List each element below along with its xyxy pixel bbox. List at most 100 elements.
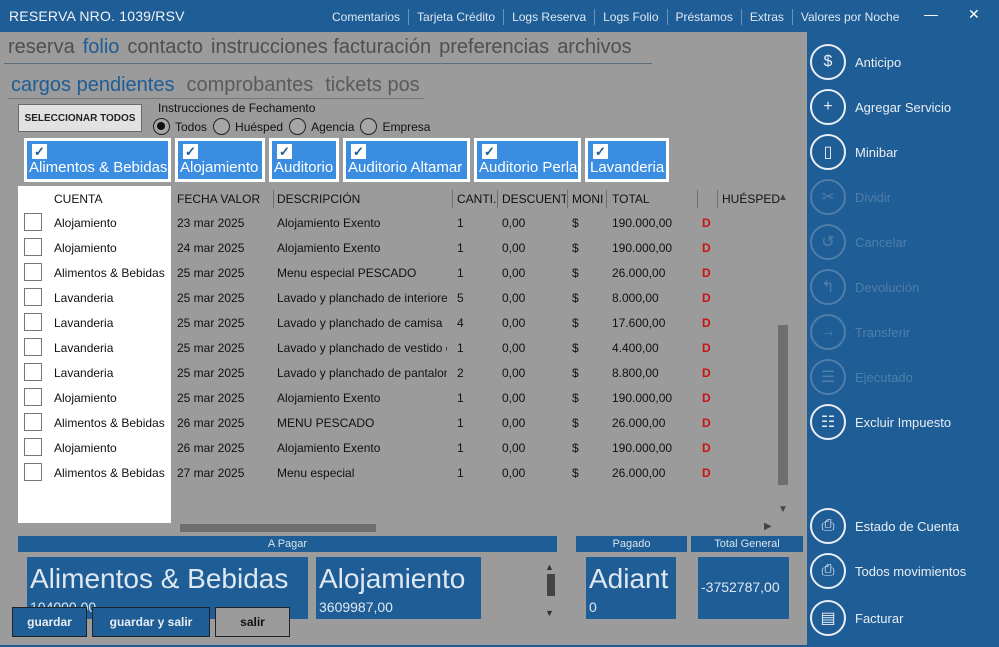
menu-tarjeta-credito[interactable]: Tarjeta Crédito [409,9,505,25]
scroll-down-icon[interactable]: ▼ [545,608,554,618]
summary-card-alojamiento[interactable]: Alojamiento 3609987,00 [316,557,481,619]
radio-todos[interactable]: Todos [153,118,207,135]
sidebar-devolución-button[interactable]: ↰ Devolución [810,267,919,307]
menu-extras[interactable]: Extras [742,9,793,25]
tab-cargos-pendientes[interactable]: cargos pendientes [11,74,174,97]
filter-alojamiento[interactable]: ✓ Alojamiento [175,138,265,182]
sidebar-facturar-button[interactable]: ▤ Facturar [810,598,903,638]
table-row[interactable]: Alimentos & Bebidas 26 mar 2025 MENU PESCA… [0,410,790,435]
table-row[interactable]: Alimentos & Bebidas 27 mar 2025 Menu espec… [0,460,790,485]
salir-button[interactable]: salir [215,607,290,637]
main-tabs: reserva folio contacto instrucciones fac… [8,36,632,59]
table-row[interactable]: Lavanderia 25 mar 2025 Lavado y planchado … [0,335,790,360]
cell-flag: D [702,216,711,230]
table-row[interactable]: Alojamiento 26 mar 2025 Alojamiento Exento… [0,435,790,460]
sidebar-cancelar-button[interactable]: ↺ Cancelar [810,222,907,262]
menu-logs-folio[interactable]: Logs Folio [595,9,668,25]
filter-label: Auditorio Altamar [348,159,463,176]
cell-moneda: $ [572,291,579,305]
tab-instrucciones-facturacion[interactable]: instrucciones facturación [211,36,431,59]
tab-comprobantes[interactable]: comprobantes [186,74,313,97]
sidebar-minibar-button[interactable]: ▯ Minibar [810,132,898,172]
table-row[interactable]: Alojamiento 25 mar 2025 Alojamiento Exento… [0,385,790,410]
scroll-thumb[interactable] [778,325,788,485]
horizontal-scrollbar[interactable]: ▶ [18,521,778,535]
col-cantidad[interactable]: CANTI. [457,192,496,206]
sidebar-transferir-button[interactable]: → Transferir [810,312,910,352]
row-checkbox[interactable] [24,338,42,356]
menu-prestamos[interactable]: Préstamos [668,9,742,25]
row-checkbox[interactable] [24,313,42,331]
sidebar-agregar-servicio-button[interactable]: + Agregar Servicio [810,87,951,127]
col-descripcion[interactable]: DESCRIPCIÓN [277,192,360,206]
filter-auditorio[interactable]: ✓ Auditorio [269,138,339,182]
sidebar-excluir-impuesto-button[interactable]: ☷ Excluir Impuesto [810,402,951,442]
col-huesped[interactable]: HUÉSPED [722,192,780,206]
sidebar-label: Cancelar [855,234,908,250]
table-row[interactable]: Alojamiento 23 mar 2025 Alojamiento Exento… [0,210,790,235]
sidebar-label: Estado de Cuenta [855,518,960,534]
close-icon[interactable]: ✕ [968,6,980,23]
scroll-down-icon[interactable]: ▼ [778,504,788,515]
table-row[interactable]: Lavanderia 25 mar 2025 Lavado y planchado … [0,310,790,335]
sidebar-estado-de-cuenta-button[interactable]: ⎙ Estado de Cuenta [810,506,959,546]
row-checkbox[interactable] [24,363,42,381]
radio-agencia[interactable]: Agencia [289,118,354,135]
select-all-button[interactable]: SELECCIONAR TODOS [18,104,142,132]
title-bar: RESERVA NRO. 1039/RSV Comentarios Tarjet… [0,0,999,32]
menu-valores-por-noche[interactable]: Valores por Noche [793,9,908,25]
row-checkbox[interactable] [24,388,42,406]
filter-lavanderia[interactable]: ✓ Lavanderia [585,138,669,182]
sidebar-anticipo-button[interactable]: $ Anticipo [810,42,901,82]
table-row[interactable]: Alimentos & Bebidas 25 mar 2025 Menu espec… [0,260,790,285]
row-checkbox[interactable] [24,413,42,431]
sidebar-todos-movimientos-button[interactable]: ⎙ Todos movimientos [810,551,966,591]
pagado-card[interactable]: Adiant 0 [586,557,676,619]
tab-tickets-pos[interactable]: tickets pos [325,74,419,97]
row-checkbox[interactable] [24,263,42,281]
col-moneda[interactable]: MONI [572,192,603,206]
tab-contacto[interactable]: contacto [127,36,203,59]
summary-scroller[interactable]: ▲ ▼ [545,562,557,622]
col-cuenta[interactable]: CUENTA [54,192,102,206]
col-fecha-valor[interactable]: FECHA VALOR [177,192,260,206]
radio-label: Todos [175,119,208,134]
cell-flag: D [702,266,711,280]
cell-flag: D [702,416,711,430]
minimize-icon[interactable]: — [924,6,938,22]
tab-folio[interactable]: folio [83,36,120,59]
sidebar-dividir-button[interactable]: ✂ Dividir [810,177,891,217]
tab-archivos[interactable]: archivos [557,36,631,59]
total-general-value: -3752787,00 [701,579,780,595]
filter-auditorio-altamar[interactable]: ✓ Auditorio Altamar [343,138,470,182]
filter-alimentos-bebidas[interactable]: ✓ Alimentos & Bebidas [24,138,171,182]
scroll-thumb[interactable] [547,574,555,596]
table-row[interactable]: Alojamiento 24 mar 2025 Alojamiento Exento… [0,235,790,260]
guardar-y-salir-button[interactable]: guardar y salir [92,607,210,637]
row-checkbox[interactable] [24,438,42,456]
row-checkbox[interactable] [24,288,42,306]
vertical-scrollbar[interactable]: ▼ [776,218,790,518]
scroll-up-icon[interactable]: ▲ [545,562,554,572]
cell-cuenta: Lavanderia [54,341,114,355]
filter-auditorio-perla[interactable]: ✓ Auditorio Perla [474,138,581,182]
table-row[interactable]: Lavanderia 25 mar 2025 Lavado y planchado … [0,360,790,385]
guardar-button[interactable]: guardar [12,607,87,637]
scroll-thumb[interactable] [180,524,376,532]
menu-comentarios[interactable]: Comentarios [324,9,410,25]
checkbox-checked-icon: ✓ [183,144,198,159]
col-total[interactable]: TOTAL [612,192,650,206]
radio-huesped[interactable]: Huésped [213,118,283,135]
tab-preferencias[interactable]: preferencias [439,36,549,59]
col-descuento[interactable]: DESCUENTO [502,192,566,206]
sidebar-ejecutado-button[interactable]: ☰ Ejecutado [810,357,913,397]
menu-logs-reserva[interactable]: Logs Reserva [504,9,596,25]
radio-empresa[interactable]: Empresa [360,118,430,135]
scroll-right-icon[interactable]: ▶ [764,521,772,532]
row-checkbox[interactable] [24,213,42,231]
table-row[interactable]: Lavanderia 25 mar 2025 Lavado y planchado … [0,285,790,310]
row-checkbox[interactable] [24,238,42,256]
tab-reserva[interactable]: reserva [8,36,75,59]
scroll-up-icon[interactable]: ▲ [778,192,788,203]
row-checkbox[interactable] [24,463,42,481]
